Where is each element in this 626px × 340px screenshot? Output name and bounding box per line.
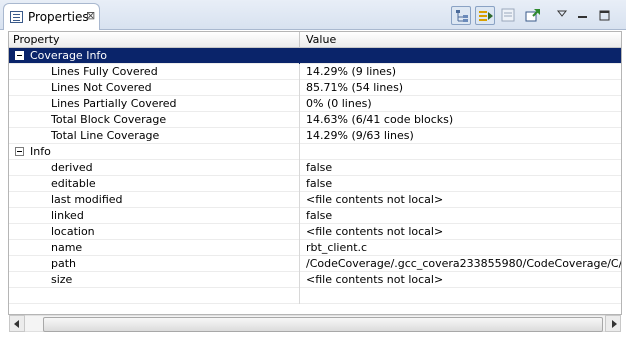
properties-table: Property Value Coverage Info Lines Fully… <box>8 31 622 332</box>
table-row[interactable]: last modified <file contents not local> <box>9 192 621 208</box>
property-name: size <box>51 273 73 286</box>
property-name: Total Line Coverage <box>51 129 160 142</box>
group-row-info[interactable]: Info <box>9 144 621 160</box>
show-advanced-button[interactable] <box>475 6 495 25</box>
filter-icon <box>501 8 515 22</box>
show-categories-button[interactable] <box>451 6 471 25</box>
view-title-bar: Properties ⊠ <box>0 0 626 30</box>
table-row[interactable]: Total Block Coverage 14.63% (6/41 code b… <box>9 112 621 128</box>
group-row-coverage-info[interactable]: Coverage Info <box>9 48 621 64</box>
scroll-track[interactable] <box>25 315 605 332</box>
scroll-right-button[interactable] <box>605 315 621 332</box>
property-value: false <box>306 161 333 174</box>
property-name: path <box>51 257 77 270</box>
property-value: 14.63% (6/41 code blocks) <box>306 113 454 126</box>
show-categories-icon <box>456 10 468 22</box>
table-body: Coverage Info Lines Fully Covered 14.29%… <box>9 48 621 304</box>
minimize-button[interactable] <box>573 6 593 25</box>
property-value: <file contents not local> <box>306 225 444 238</box>
minimize-icon <box>578 16 587 18</box>
property-name: Lines Partially Covered <box>51 97 177 110</box>
table-row[interactable]: path /CodeCoverage/.gcc_covera233855980/… <box>9 256 621 272</box>
property-name: last modified <box>51 193 123 206</box>
table-row[interactable]: Lines Partially Covered 0% (0 lines) <box>9 96 621 112</box>
table-row[interactable]: linked false <box>9 208 621 224</box>
group-label: Coverage Info <box>30 49 108 62</box>
property-value: <file contents not local> <box>306 193 444 206</box>
close-icon[interactable]: ⊠ <box>86 9 95 23</box>
property-name: location <box>51 225 95 238</box>
property-value: <file contents not local> <box>306 273 444 286</box>
property-value: 14.29% (9/63 lines) <box>306 129 414 142</box>
maximize-button[interactable] <box>595 6 615 25</box>
empty-row <box>9 288 621 304</box>
table-row[interactable]: location <file contents not local> <box>9 224 621 240</box>
property-value: 14.29% (9 lines) <box>306 65 397 78</box>
properties-tab[interactable]: Properties ⊠ <box>3 3 100 30</box>
table-row[interactable]: size <file contents not local> <box>9 272 621 288</box>
view-menu-button[interactable] <box>553 6 573 25</box>
property-value: /CodeCoverage/.gcc_covera233855980/CodeC… <box>306 257 621 270</box>
scroll-left-button[interactable] <box>9 315 25 332</box>
table-row[interactable]: Total Line Coverage 14.29% (9/63 lines) <box>9 128 621 144</box>
column-header-property[interactable]: Property <box>13 33 60 46</box>
tab-label: Properties <box>28 10 89 24</box>
maximize-icon <box>599 10 610 21</box>
property-name: Total Block Coverage <box>51 113 167 126</box>
property-value: false <box>306 209 333 222</box>
table-row[interactable]: editable false <box>9 176 621 192</box>
table-row[interactable]: derived false <box>9 160 621 176</box>
property-value: false <box>306 177 333 190</box>
properties-icon <box>10 11 23 23</box>
property-value: 0% (0 lines) <box>306 97 372 110</box>
table-row[interactable]: Lines Not Covered 85.71% (54 lines) <box>9 80 621 96</box>
property-name: name <box>51 241 83 254</box>
property-name: linked <box>51 209 84 222</box>
group-label: Info <box>30 145 51 158</box>
property-name: Lines Fully Covered <box>51 65 158 78</box>
view-menu-icon <box>556 10 568 17</box>
pin-button[interactable] <box>523 6 543 25</box>
pin-icon <box>525 9 540 22</box>
horizontal-scrollbar[interactable] <box>9 315 621 332</box>
properties-view: Properties ⊠ Property Value Coverage Inf… <box>0 0 626 340</box>
property-name: editable <box>51 177 96 190</box>
property-value: rbt_client.c <box>306 241 368 254</box>
collapse-icon[interactable] <box>15 51 24 60</box>
filter-button[interactable] <box>499 6 519 25</box>
arrow-left-icon <box>14 320 19 328</box>
collapse-icon[interactable] <box>15 147 24 156</box>
show-advanced-icon <box>479 11 493 21</box>
table-row[interactable]: Lines Fully Covered 14.29% (9 lines) <box>9 64 621 80</box>
scroll-thumb[interactable] <box>43 317 603 332</box>
column-header-value[interactable]: Value <box>306 33 336 46</box>
property-name: derived <box>51 161 93 174</box>
property-value: 85.71% (54 lines) <box>306 81 404 94</box>
arrow-right-icon <box>612 320 617 328</box>
table-header: Property Value <box>9 32 621 48</box>
property-name: Lines Not Covered <box>51 81 152 94</box>
table-row[interactable]: name rbt_client.c <box>9 240 621 256</box>
